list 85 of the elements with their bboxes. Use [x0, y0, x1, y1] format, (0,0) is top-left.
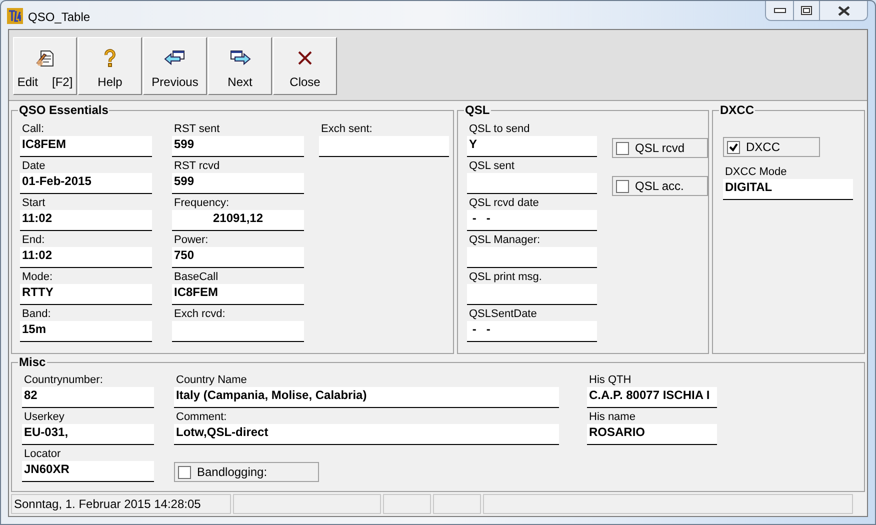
field-label: Date: [21, 159, 46, 173]
checkbox[interactable]: [726, 140, 740, 154]
field-label: His QTH: [588, 373, 632, 387]
field-label: Locator: [23, 447, 62, 461]
input-field[interactable]: - -: [466, 321, 597, 342]
input-field[interactable]: - -: [466, 210, 597, 231]
field-label: His name: [588, 410, 636, 424]
input-field[interactable]: DIGITAL: [722, 179, 853, 200]
close-button[interactable]: [820, 1, 867, 20]
input-field[interactable]: 21091,12: [172, 210, 304, 231]
input-field[interactable]: 599: [172, 173, 304, 194]
right-arrow-icon: [229, 48, 251, 68]
group-title: Misc: [18, 355, 47, 369]
field-label: QSL rcvd date: [468, 196, 540, 210]
field-label: Call:: [21, 122, 46, 136]
input-field[interactable]: IC8FEM: [20, 136, 152, 157]
field-label: Exch rcvd:: [173, 307, 226, 321]
input-field[interactable]: IC8FEM: [172, 284, 304, 305]
input-field[interactable]: 750: [172, 247, 304, 268]
field-label: Power:: [173, 233, 210, 247]
input-field[interactable]: [466, 247, 597, 268]
group-title: DXCC: [718, 103, 755, 117]
input-field[interactable]: [466, 284, 597, 305]
toolbar-button[interactable]: Help: [78, 37, 142, 95]
maximize-button[interactable]: [794, 1, 820, 20]
field-label: QSL sent: [468, 159, 516, 173]
toolbar-button[interactable]: Close: [273, 37, 337, 95]
input-field[interactable]: 11:02: [20, 210, 152, 231]
status-text: Sonntag, 1. Februar 2015 14:28:05: [11, 494, 231, 514]
toolbar-button[interactable]: Next: [208, 37, 272, 95]
input-field[interactable]: Italy (Campania, Molise, Calabria): [174, 387, 559, 408]
field-label: DXCC Mode: [724, 165, 788, 179]
checkbox-group[interactable]: QSL rcvd: [612, 138, 708, 158]
input-field[interactable]: C.A.P. 80077 ISCHIA I: [587, 387, 717, 408]
input-field[interactable]: 82: [22, 387, 154, 408]
maximize-icon: [801, 6, 812, 15]
field-label: Band:: [21, 307, 52, 321]
left-arrow-icon: [164, 48, 186, 68]
input-field[interactable]: RTTY: [20, 284, 152, 305]
status-panel: [433, 494, 481, 514]
input-field[interactable]: [172, 321, 304, 342]
checkbox-group[interactable]: Bandlogging:: [174, 462, 319, 482]
app-logo-icon: [7, 8, 23, 24]
input-field[interactable]: ROSARIO: [587, 424, 717, 445]
field-label: QSL Manager:: [468, 233, 542, 247]
input-field[interactable]: JN60XR: [22, 461, 154, 482]
checkbox[interactable]: [616, 142, 629, 154]
field-label: Exch sent:: [320, 122, 374, 136]
field-label: End:: [21, 233, 46, 247]
field-label: QSL print msg.: [468, 270, 543, 284]
field-label: Frequency:: [173, 196, 230, 210]
field-label: Country Name: [175, 373, 248, 387]
field-label: Start: [21, 196, 46, 210]
field-label: QSL to send: [468, 122, 531, 136]
checkbox[interactable]: [616, 180, 629, 192]
input-field[interactable]: 01-Feb-2015: [20, 173, 152, 194]
field-label: RST rcvd: [173, 159, 221, 173]
input-field[interactable]: EU-031,: [22, 424, 154, 445]
toolbar-button[interactable]: Edit [F2]: [13, 37, 77, 95]
document-pencil-icon: [35, 48, 55, 68]
checkbox-group[interactable]: QSL acc.: [612, 176, 708, 196]
field-label: Userkey: [23, 410, 66, 424]
field-label: RST sent: [173, 122, 221, 136]
input-field[interactable]: 11:02: [20, 247, 152, 268]
checkbox-group[interactable]: DXCC: [722, 137, 820, 157]
window-title: QSO_Table: [28, 9, 90, 26]
field-label: Countrynumber:: [23, 373, 104, 387]
field-label: Mode:: [21, 270, 54, 284]
status-panel: [383, 494, 431, 514]
input-field[interactable]: 599: [172, 136, 304, 157]
field-label: BaseCall: [173, 270, 220, 284]
minimize-icon: [774, 8, 786, 14]
checkbox[interactable]: [178, 466, 191, 478]
group-title: QSL: [464, 103, 491, 117]
input-field[interactable]: Y: [466, 136, 597, 157]
input-field[interactable]: [466, 173, 597, 194]
close-icon: [838, 6, 850, 16]
input-field[interactable]: Lotw,QSL-direct: [174, 424, 559, 445]
input-field[interactable]: 15m: [20, 321, 152, 342]
field-label: Comment:: [175, 410, 228, 424]
group-title: QSO Essentials: [18, 103, 110, 117]
field-label: QSLSentDate: [468, 307, 538, 321]
input-field[interactable]: [319, 136, 449, 157]
minimize-button[interactable]: [766, 1, 794, 20]
toolbar-button[interactable]: Previous: [143, 37, 207, 95]
